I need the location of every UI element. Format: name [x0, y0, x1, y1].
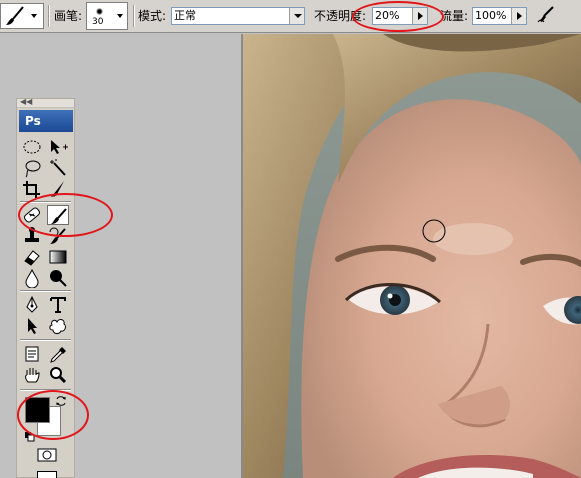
portrait-photo	[243, 34, 581, 478]
opacity-label: 不透明度:	[314, 9, 367, 23]
path-selection-tool[interactable]	[21, 316, 43, 336]
stamp-icon	[25, 227, 39, 242]
notes-tool[interactable]	[21, 344, 43, 364]
zoom-tool[interactable]	[47, 365, 69, 385]
lasso-icon	[25, 160, 41, 178]
quick-mask-icon	[37, 448, 57, 462]
mode-select-value: 正常	[174, 9, 196, 22]
history-brush-icon	[49, 227, 66, 244]
airbrush-icon	[537, 6, 554, 23]
foreground-color-swatch[interactable]	[25, 397, 50, 423]
eyedropper-tool[interactable]	[47, 344, 69, 364]
flow-value: 100%	[475, 9, 507, 22]
quick-mask-button[interactable]	[37, 447, 57, 462]
brush-tool[interactable]	[47, 205, 69, 225]
custom-shape-icon	[49, 319, 66, 334]
ps-logo[interactable]: Ps	[19, 110, 73, 132]
type-icon	[50, 297, 66, 313]
lasso-tool[interactable]	[21, 158, 43, 178]
flow-label: 流量:	[440, 9, 469, 23]
crop-tool[interactable]	[21, 179, 43, 199]
blur-tool[interactable]	[21, 268, 43, 288]
opacity-slider-arrow-icon[interactable]	[412, 8, 427, 24]
screen-mode-button[interactable]	[37, 471, 57, 478]
swap-colors-icon[interactable]	[55, 392, 67, 406]
notes-icon	[25, 346, 39, 362]
tool-preset-picker[interactable]	[0, 3, 44, 29]
move-icon	[51, 140, 68, 154]
type-tool[interactable]	[47, 295, 69, 315]
brush-picker[interactable]: 30	[86, 2, 128, 30]
bandage-icon	[24, 207, 40, 223]
dodge-tool[interactable]	[47, 268, 69, 288]
mode-select[interactable]: 正常	[171, 7, 305, 25]
arrow-pointer-icon	[28, 318, 37, 334]
flow-input[interactable]: 100%	[472, 7, 527, 25]
blur-drop-icon	[25, 268, 39, 288]
eraser-tool[interactable]	[21, 247, 43, 267]
chevron-down-icon	[289, 8, 304, 24]
clone-stamp-tool[interactable]	[21, 226, 43, 246]
photo-canvas[interactable]	[243, 34, 581, 478]
marquee-tool[interactable]	[21, 137, 43, 157]
history-brush-tool[interactable]	[47, 226, 69, 246]
slice-tool[interactable]	[47, 179, 69, 199]
pen-tool[interactable]	[21, 295, 43, 315]
brush-icon	[51, 208, 67, 224]
flow-slider-arrow-icon[interactable]	[511, 8, 526, 24]
gradient-tool[interactable]	[47, 247, 69, 267]
brush-size-value: 30	[92, 17, 104, 27]
eyedropper-icon	[50, 347, 66, 363]
eraser-icon	[24, 250, 40, 266]
photoshop-workspace: 画笔: 30 模式: 正常 不透明度: 20% 流量: 100% ◀◀ Ps	[0, 0, 581, 478]
opacity-input[interactable]: 20%	[372, 7, 428, 25]
dodge-icon	[50, 270, 67, 287]
move-tool[interactable]	[47, 137, 69, 157]
ellipse-marquee-icon	[23, 140, 41, 154]
chevron-down-icon	[117, 14, 123, 18]
custom-shape-tool[interactable]	[47, 316, 69, 336]
pen-icon	[26, 295, 38, 313]
default-colors-icon[interactable]	[25, 427, 35, 442]
healing-brush-tool[interactable]	[21, 205, 43, 225]
toolbox-panel: ◀◀ Ps	[16, 97, 75, 478]
gradient-icon	[49, 250, 67, 264]
magic-wand-icon	[50, 159, 66, 176]
hand-icon	[25, 368, 40, 383]
opacity-value: 20%	[375, 9, 400, 22]
brush-tool-icon	[6, 6, 24, 25]
mode-label: 模式:	[138, 9, 167, 23]
magic-wand-tool[interactable]	[47, 158, 69, 178]
brush-tip-preview	[96, 8, 103, 15]
slice-icon	[51, 181, 64, 197]
toolbox-grip[interactable]: ◀◀	[17, 97, 74, 108]
options-bar: 画笔: 30 模式: 正常 不透明度: 20% 流量: 100%	[0, 0, 581, 33]
airbrush-button[interactable]	[535, 4, 557, 26]
crop-icon	[23, 181, 40, 198]
hand-tool[interactable]	[21, 365, 43, 385]
zoom-icon	[50, 367, 67, 384]
collapse-icon: ◀◀	[20, 97, 33, 106]
brush-label: 画笔:	[54, 9, 83, 23]
chevron-down-icon	[31, 14, 37, 18]
